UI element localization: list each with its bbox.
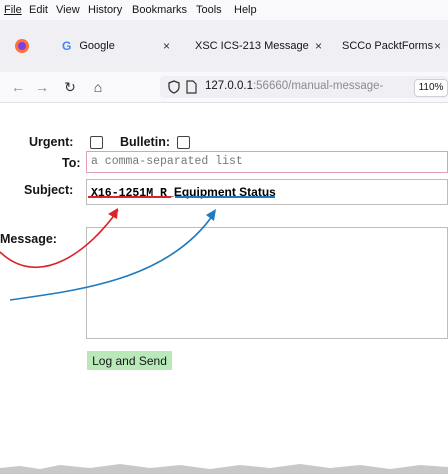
- annotation-overlay: [0, 196, 275, 301]
- torn-edge: [0, 464, 448, 474]
- blue-arrowhead: [206, 209, 216, 221]
- red-arrow: [0, 209, 119, 268]
- blue-arrow: [9, 211, 216, 301]
